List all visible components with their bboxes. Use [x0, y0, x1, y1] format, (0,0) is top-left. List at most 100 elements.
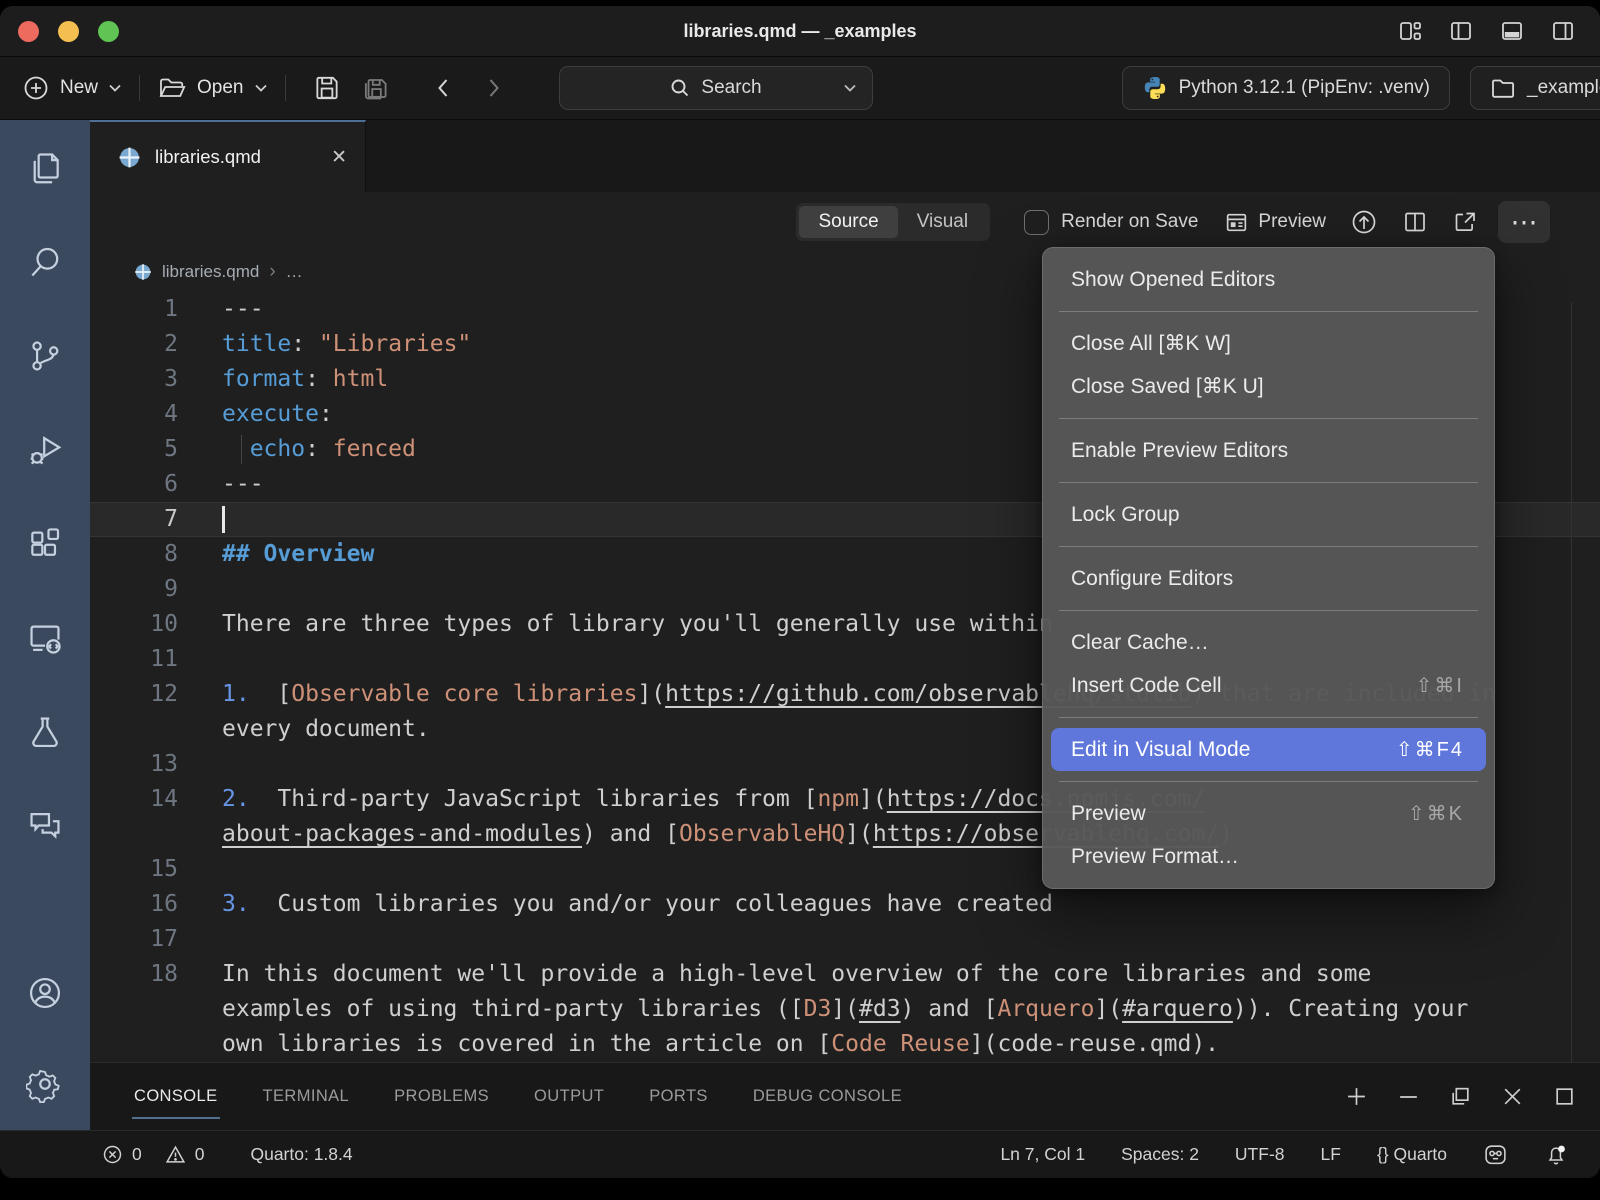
menu-item-configure-editors[interactable]: Configure Editors — [1043, 557, 1494, 600]
breadcrumb-more[interactable]: … — [286, 262, 303, 282]
panel-tab-debug-console[interactable]: DEBUG CONSOLE — [753, 1063, 902, 1130]
chevron-down-icon[interactable] — [843, 83, 857, 93]
code-text[interactable]: 3. Custom libraries you and/or your coll… — [222, 887, 1053, 922]
toggle-panel-icon[interactable] — [1499, 18, 1525, 44]
explorer-icon[interactable] — [26, 149, 64, 187]
restore-icon[interactable] — [1449, 1085, 1472, 1108]
maximize-icon[interactable] — [1553, 1085, 1576, 1108]
code-segment: execute — [222, 401, 319, 427]
code-text[interactable]: --- — [222, 292, 264, 327]
quarto-version-status[interactable]: Quarto: 1.8.4 — [250, 1144, 352, 1165]
menu-item-insert-code-cell[interactable]: Insert Code Cell⇧⌘I — [1043, 664, 1494, 707]
visual-mode-button[interactable]: Visual — [898, 206, 987, 238]
menu-item-preview-format[interactable]: Preview Format… — [1043, 835, 1494, 878]
code-row[interactable]: 18In this document we'll provide a high-… — [90, 957, 1600, 992]
zoom-window-button[interactable] — [98, 21, 119, 42]
comments-icon[interactable] — [26, 807, 64, 845]
code-segment: D3 — [804, 996, 832, 1022]
menu-item-lock-group[interactable]: Lock Group — [1043, 493, 1494, 536]
panel-tab-console[interactable]: CONSOLE — [134, 1063, 218, 1130]
menu-item-edit-in-visual-mode[interactable]: Edit in Visual Mode⇧⌘F4 — [1051, 728, 1486, 771]
minimize-window-button[interactable] — [58, 21, 79, 42]
code-text[interactable]: execute: — [222, 397, 333, 432]
menu-item-preview[interactable]: Preview⇧⌘K — [1043, 792, 1494, 835]
interpreter-selector[interactable]: Python 3.12.1 (PipEnv: .venv) — [1122, 66, 1450, 110]
eol-status[interactable]: LF — [1321, 1144, 1341, 1165]
panel-tab-problems[interactable]: PROBLEMS — [394, 1063, 489, 1130]
language-mode-status[interactable]: {} Quarto — [1377, 1144, 1447, 1165]
project-button[interactable]: _examples — [1470, 66, 1600, 110]
toolbar-separator — [139, 75, 140, 101]
testing-icon[interactable] — [26, 713, 64, 751]
indent-guide — [241, 435, 242, 464]
breadcrumb-file[interactable]: libraries.qmd — [162, 262, 259, 282]
bell-icon[interactable] — [1544, 1142, 1568, 1167]
minimize-icon[interactable] — [1397, 1085, 1420, 1108]
cursor-position-status[interactable]: Ln 7, Col 1 — [1000, 1144, 1085, 1165]
split-editor-icon[interactable] — [1402, 209, 1428, 235]
customize-layout-icon[interactable] — [1397, 18, 1423, 44]
code-text[interactable]: title: "Libraries" — [222, 327, 471, 362]
line-number: 4 — [90, 397, 178, 432]
extensions-icon[interactable] — [26, 525, 64, 563]
code-row[interactable]: own libraries is covered in the article … — [90, 1027, 1600, 1062]
panel-tab-ports[interactable]: PORTS — [649, 1063, 708, 1130]
toggle-primary-sidebar-icon[interactable] — [1448, 18, 1474, 44]
source-control-icon[interactable] — [26, 337, 64, 375]
code-text[interactable]: There are three types of library you'll … — [222, 607, 1053, 642]
tab-libraries-qmd[interactable]: libraries.qmd ✕ — [90, 120, 366, 192]
save-all-icon[interactable] — [360, 73, 392, 103]
code-text[interactable]: In this document we'll provide a high-le… — [222, 957, 1371, 992]
menu-item-show-opened-editors[interactable]: Show Opened Editors — [1043, 258, 1494, 301]
code-segment: There are three types of library you'll … — [222, 611, 1053, 637]
forward-icon[interactable] — [484, 75, 504, 101]
code-text[interactable]: format: html — [222, 362, 388, 397]
code-row[interactable]: 163. Custom libraries you and/or your co… — [90, 887, 1600, 922]
line-number: 10 — [90, 607, 178, 642]
add-icon[interactable] — [1345, 1085, 1368, 1108]
search-input[interactable]: Search — [559, 66, 873, 110]
line-number: 2 — [90, 327, 178, 362]
preview-button[interactable]: Preview — [1224, 210, 1326, 235]
python-logo-icon — [1142, 75, 1168, 101]
source-mode-button[interactable]: Source — [799, 206, 897, 238]
render-on-save-checkbox[interactable] — [1024, 210, 1049, 235]
code-segment: : — [291, 331, 319, 357]
code-row[interactable]: 17 — [90, 922, 1600, 957]
feedback-icon[interactable] — [1483, 1142, 1508, 1167]
code-text[interactable]: examples of using third-party libraries … — [222, 992, 1468, 1027]
settings-gear-icon[interactable] — [26, 1065, 64, 1103]
close-icon[interactable] — [1501, 1085, 1524, 1108]
search-sidebar-icon[interactable] — [26, 243, 64, 281]
menu-item-close-all-k-w[interactable]: Close All [⌘K W] — [1043, 322, 1494, 365]
account-icon[interactable] — [26, 974, 64, 1012]
open-in-new-window-icon[interactable] — [1452, 209, 1478, 235]
code-text[interactable]: every document. — [222, 712, 430, 747]
code-text[interactable]: echo: fenced — [222, 432, 416, 467]
back-icon[interactable] — [433, 75, 453, 101]
more-actions-icon[interactable]: ⋯ — [1498, 201, 1550, 243]
menu-item-label: Close Saved [⌘K U] — [1071, 374, 1264, 399]
toggle-secondary-sidebar-icon[interactable] — [1550, 18, 1576, 44]
menu-item-clear-cache[interactable]: Clear Cache… — [1043, 621, 1494, 664]
encoding-status[interactable]: UTF-8 — [1235, 1144, 1285, 1165]
text-cursor — [222, 506, 225, 533]
panel-tab-terminal[interactable]: TERMINAL — [263, 1063, 350, 1130]
save-icon[interactable] — [312, 73, 342, 103]
run-debug-icon[interactable] — [26, 431, 64, 469]
open-button[interactable]: Open — [157, 75, 267, 101]
close-window-button[interactable] — [18, 21, 39, 42]
menu-item-close-saved-k-u[interactable]: Close Saved [⌘K U] — [1043, 365, 1494, 408]
problems-status[interactable]: 0 0 — [102, 1144, 204, 1165]
code-row[interactable]: examples of using third-party libraries … — [90, 992, 1600, 1027]
code-text[interactable]: own libraries is covered in the article … — [222, 1027, 1219, 1062]
code-text[interactable]: --- — [222, 467, 264, 502]
panel-tab-output[interactable]: OUTPUT — [534, 1063, 604, 1130]
new-button[interactable]: New — [22, 74, 122, 102]
sessions-icon[interactable] — [26, 619, 64, 657]
indentation-status[interactable]: Spaces: 2 — [1121, 1144, 1199, 1165]
render-icon[interactable] — [1350, 208, 1378, 236]
code-text[interactable]: ## Overview — [222, 537, 374, 572]
close-tab-icon[interactable]: ✕ — [331, 146, 347, 169]
menu-item-enable-preview-editors[interactable]: Enable Preview Editors — [1043, 429, 1494, 472]
